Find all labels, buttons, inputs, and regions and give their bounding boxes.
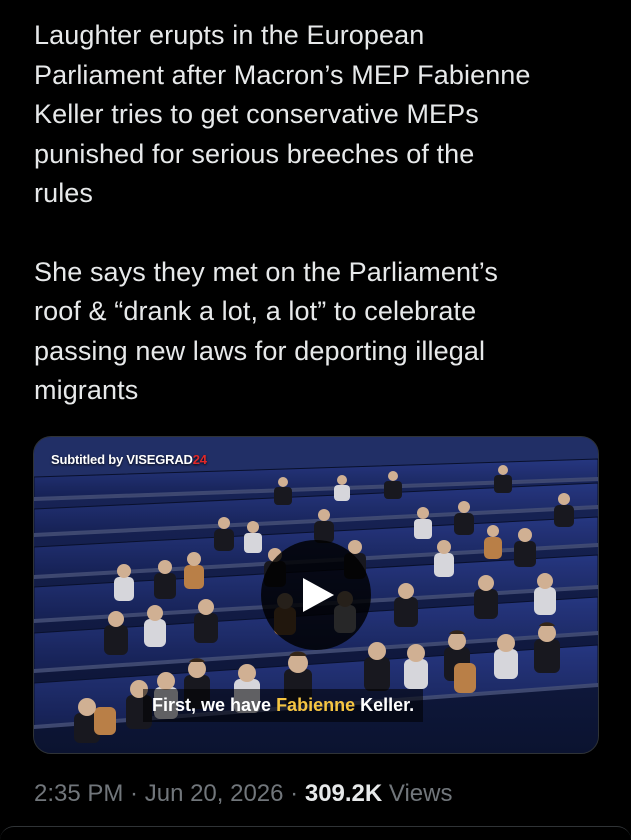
tweet-paragraph-1: Laughter erupts in the European Parliame… (34, 20, 531, 208)
meta-separator: · (123, 780, 145, 807)
tweet-meta: 2:35 PM · Jun 20, 2026 · 309.2K Views (34, 780, 453, 808)
tweet-date: Jun 20, 2026 (144, 780, 284, 807)
meta-separator: · (283, 780, 305, 807)
subtitle-highlight: Fabienne (276, 695, 356, 715)
views-label: Views (382, 780, 453, 807)
play-button[interactable] (261, 540, 371, 650)
views-count: 309.2K (304, 780, 383, 807)
watermark-prefix: Subtitled by VISEGRAD (51, 452, 193, 467)
video-player[interactable]: Subtitled by VISEGRAD24 First, we have F… (33, 436, 599, 754)
subtitle-before: First, we have (152, 695, 277, 715)
tweet-paragraph-2: She says they met on the Parliament’s ro… (34, 256, 498, 406)
play-icon (303, 578, 334, 612)
video-watermark: Subtitled by VISEGRAD24 (51, 452, 207, 467)
tweet-text: Laughter erupts in the European Parliame… (34, 16, 614, 411)
video-subtitle: First, we have Fabienne Keller. (143, 689, 424, 722)
watermark-accent: 24 (192, 452, 207, 467)
tweet-time: 2:35 PM (34, 780, 124, 807)
tweet-timestamp[interactable]: 2:35 PM · Jun 20, 2026 (34, 780, 284, 807)
subtitle-after: Keller. (355, 695, 415, 715)
bottom-sheet-edge (0, 826, 631, 840)
